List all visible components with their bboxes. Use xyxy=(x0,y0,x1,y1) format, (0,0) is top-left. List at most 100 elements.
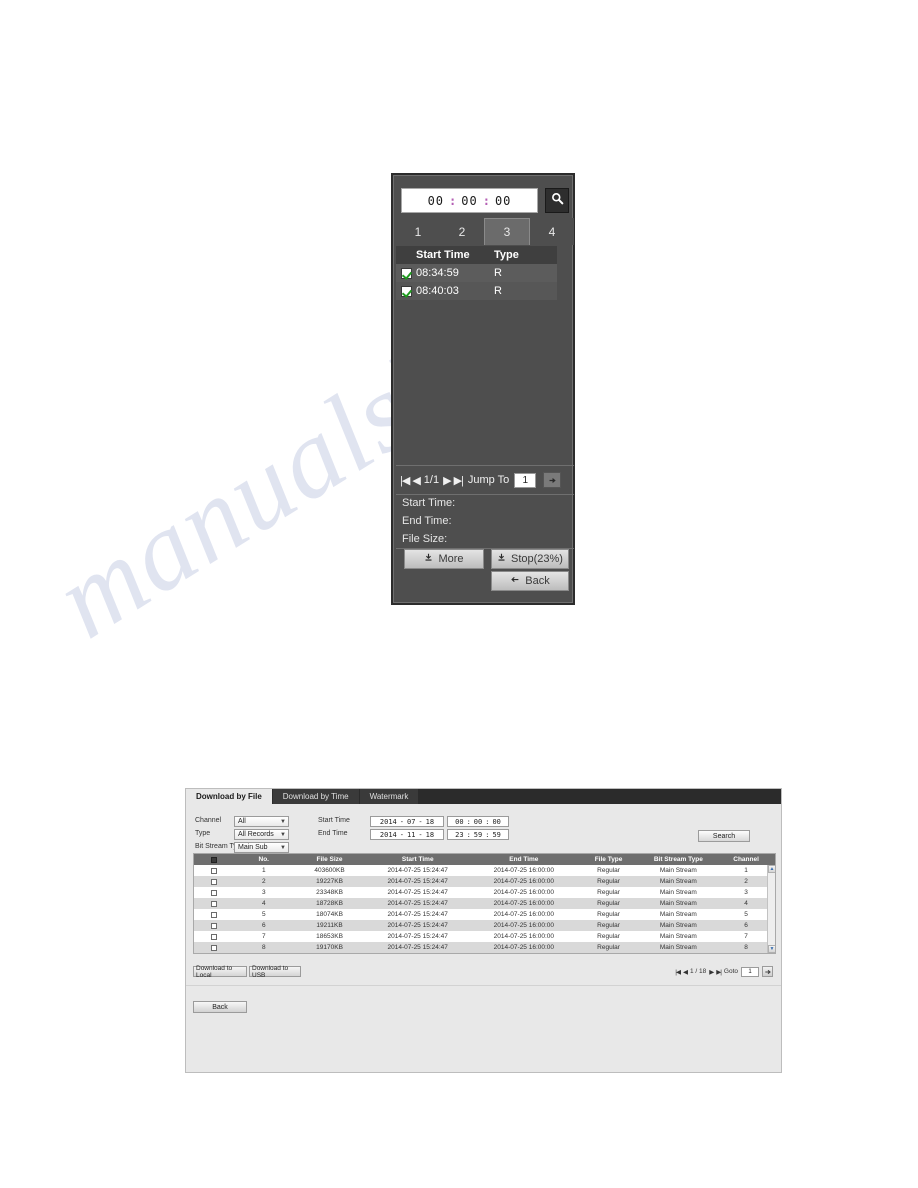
column-bit-stream-type: Bit Stream Type xyxy=(653,856,703,863)
back-button[interactable]: Back xyxy=(491,571,569,591)
end-date-input[interactable]: 2014 - 11 - 18 xyxy=(370,829,444,840)
page-prev-button[interactable]: ◀ xyxy=(412,474,421,487)
checkbox-icon xyxy=(210,911,217,918)
record-row[interactable]: 08:40:03 R xyxy=(396,282,557,300)
table-row[interactable]: 6 19211KB 2014-07-25 15:24:47 2014-07-25… xyxy=(194,920,775,931)
cell-start-time: 2014-07-25 15:24:47 xyxy=(387,922,448,929)
checkbox-icon xyxy=(210,922,217,929)
row-checkbox[interactable] xyxy=(194,867,234,874)
channel-tab-1[interactable]: 1 xyxy=(396,218,440,245)
goto-go-button[interactable] xyxy=(762,966,773,977)
chevron-down-icon: ▼ xyxy=(280,819,286,825)
tab-watermark[interactable]: Watermark xyxy=(359,789,420,804)
channel-tab-3[interactable]: 3 xyxy=(484,218,530,245)
cell-file-size: 18074KB xyxy=(316,911,343,918)
time-colon-1: : xyxy=(449,193,457,208)
start-time-label: Start Time xyxy=(318,817,350,824)
start-clock-ss: 00 xyxy=(492,817,501,826)
row-checkbox[interactable] xyxy=(194,933,234,940)
cell-no: 4 xyxy=(261,900,266,907)
search-icon xyxy=(551,192,564,210)
info-file-size: File Size: xyxy=(402,533,448,545)
cell-bit-stream-type: Main Stream xyxy=(659,911,697,918)
cell-file-type: Regular xyxy=(597,889,620,896)
cell-end-time: 2014-07-25 16:00:00 xyxy=(493,911,555,918)
table-row[interactable]: 4 18728KB 2014-07-25 15:24:47 2014-07-25… xyxy=(194,898,775,909)
header-start-time: Start Time xyxy=(416,249,470,261)
jump-go-button[interactable] xyxy=(543,472,562,488)
end-clock-input[interactable]: 23 : 59 : 59 xyxy=(447,829,509,840)
start-date-input[interactable]: 2014 - 07 - 18 xyxy=(370,816,444,827)
checkbox-icon xyxy=(210,900,217,907)
chevron-down-icon: ▼ xyxy=(280,845,286,851)
channel-select-value: All xyxy=(238,818,246,825)
table-row[interactable]: 5 18074KB 2014-07-25 15:24:47 2014-07-25… xyxy=(194,909,775,920)
page-prev-button[interactable]: ◀ xyxy=(683,968,688,976)
cell-end-time: 2014-07-25 16:00:00 xyxy=(493,878,555,885)
table-row[interactable]: 7 18653KB 2014-07-25 15:24:47 2014-07-25… xyxy=(194,931,775,942)
arrow-right-icon xyxy=(764,969,771,974)
end-clock-ss: 59 xyxy=(492,830,501,839)
record-checkbox[interactable] xyxy=(396,285,416,297)
start-date-year: 2014 xyxy=(379,817,397,826)
column-end-time: End Time xyxy=(509,856,539,863)
bit-stream-type-select[interactable]: Main Sub ▼ xyxy=(234,842,289,853)
start-clock-input[interactable]: 00 : 00 : 00 xyxy=(447,816,509,827)
record-checkbox[interactable] xyxy=(396,267,416,279)
time-input[interactable]: 00 : 00 : 00 xyxy=(401,188,538,213)
cell-end-time: 2014-07-25 16:00:00 xyxy=(493,922,555,929)
date-separator: - xyxy=(418,817,423,826)
page-last-button[interactable]: ▶| xyxy=(454,474,464,487)
cell-file-type: Regular xyxy=(597,867,620,874)
cell-file-type: Regular xyxy=(597,878,620,885)
row-checkbox[interactable] xyxy=(194,944,234,951)
page-last-button[interactable]: ▶| xyxy=(716,968,722,976)
goto-input[interactable]: 1 xyxy=(741,966,759,977)
channel-select[interactable]: All ▼ xyxy=(234,816,289,827)
cell-start-time: 2014-07-25 15:24:47 xyxy=(387,911,448,918)
type-select[interactable]: All Records ▼ xyxy=(234,829,289,840)
more-button[interactable]: More xyxy=(404,549,484,569)
channel-tab-2[interactable]: 2 xyxy=(440,218,484,245)
cell-end-time: 2014-07-25 16:00:00 xyxy=(493,933,555,940)
row-checkbox[interactable] xyxy=(194,922,234,929)
page-next-button[interactable]: ▶ xyxy=(443,474,452,487)
download-to-local-button[interactable]: Download to Local xyxy=(193,965,247,979)
record-row[interactable]: 08:34:59 R xyxy=(396,264,557,282)
table-row[interactable]: 2 19227KB 2014-07-25 15:24:47 2014-07-25… xyxy=(194,876,775,887)
search-submit-button[interactable]: Search xyxy=(698,830,750,842)
cell-bit-stream-type: Main Stream xyxy=(659,867,697,874)
tab-download-by-time[interactable]: Download by Time xyxy=(272,789,360,804)
cell-bit-stream-type: Main Stream xyxy=(659,933,697,940)
download-to-usb-button[interactable]: Download to USB xyxy=(249,965,301,979)
page-first-button[interactable]: |◀ xyxy=(675,968,681,976)
table-scrollbar[interactable]: ▲ ▼ xyxy=(767,865,775,953)
table-row[interactable]: 3 23348KB 2014-07-25 15:24:47 2014-07-25… xyxy=(194,887,775,898)
page-next-button[interactable]: ▶ xyxy=(709,968,714,976)
row-checkbox[interactable] xyxy=(194,878,234,885)
tab-download-by-file[interactable]: Download by File xyxy=(186,789,273,804)
time-minutes[interactable]: 00 xyxy=(461,194,477,208)
row-checkbox[interactable] xyxy=(194,911,234,918)
jump-to-input[interactable]: 1 xyxy=(514,472,537,488)
time-seconds[interactable]: 00 xyxy=(495,194,511,208)
channel-tab-4[interactable]: 4 xyxy=(530,218,574,245)
page-first-button[interactable]: |◀ xyxy=(400,474,410,487)
table-row[interactable]: 9 xyxy=(194,953,775,954)
select-all-checkbox[interactable] xyxy=(194,856,234,863)
scroll-up-icon[interactable]: ▲ xyxy=(768,865,775,873)
arrow-right-icon xyxy=(549,477,556,483)
checkbox-icon xyxy=(210,933,217,940)
time-hours[interactable]: 00 xyxy=(428,194,444,208)
row-checkbox[interactable] xyxy=(194,900,234,907)
web-back-button[interactable]: Back xyxy=(193,1001,247,1013)
scroll-down-icon[interactable]: ▼ xyxy=(768,945,775,953)
search-button[interactable] xyxy=(545,188,569,213)
divider xyxy=(396,465,574,466)
table-row[interactable]: 8 19170KB 2014-07-25 15:24:47 2014-07-25… xyxy=(194,942,775,953)
stop-button[interactable]: Stop(23%) xyxy=(491,549,569,569)
row-checkbox[interactable] xyxy=(194,889,234,896)
start-date-day: 18 xyxy=(425,817,435,826)
date-separator: - xyxy=(418,830,423,839)
table-row[interactable]: 1 403600KB 2014-07-25 15:24:47 2014-07-2… xyxy=(194,865,775,876)
